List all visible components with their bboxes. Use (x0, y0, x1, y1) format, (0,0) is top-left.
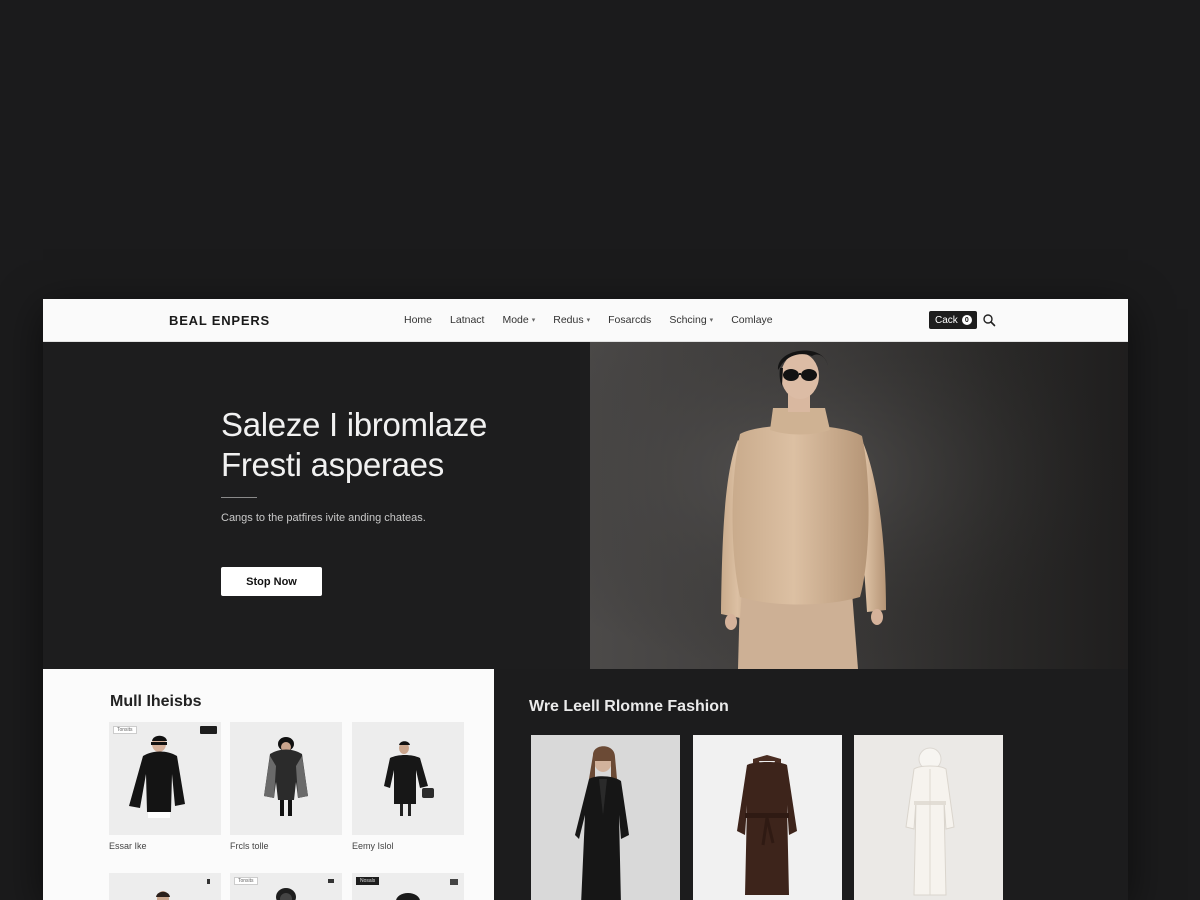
chevron-down-icon: ▾ (531, 317, 536, 324)
chevron-down-icon: ▾ (709, 317, 714, 324)
brown-coat-image (693, 735, 842, 900)
wishlist-badge[interactable] (200, 726, 217, 734)
nav-item-schcing[interactable]: Schcing ▾ (669, 314, 713, 326)
collection-panel: Mull Iheisbs Tonsits Essar Ike Frcls tol… (43, 669, 494, 900)
white-coat-image (854, 735, 1003, 900)
nav-item-latnact[interactable]: Latnact (450, 314, 484, 326)
brand-logo[interactable]: BEAL ENPERS (169, 313, 270, 328)
hero-title-line-1: Saleze I ibromlaze (221, 406, 488, 443)
fashion-photo[interactable] (854, 735, 1003, 900)
product-image (156, 879, 210, 900)
browser-frame: BEAL ENPERS Home Latnact Mode ▾ Redus ▾ … (43, 299, 1128, 900)
main-menu: Home Latnact Mode ▾ Redus ▾ Fosarcds Sch… (404, 314, 773, 326)
product-card[interactable]: Nosals (352, 873, 464, 900)
nav-item-label: Home (404, 314, 433, 326)
model-illustration (590, 342, 1128, 669)
cart-count-badge: 0 (961, 315, 972, 325)
nav-item-home[interactable]: Home (404, 314, 432, 326)
hero-title: Saleze I ibromlaze Fresti asperaes (221, 405, 487, 485)
top-nav: BEAL ENPERS Home Latnact Mode ▾ Redus ▾ … (43, 299, 1128, 342)
fashion-photo[interactable] (531, 735, 680, 900)
search-icon[interactable] (982, 313, 996, 327)
hero-section: Saleze I ibromlaze Fresti asperaes Cangs… (43, 342, 1128, 669)
nav-item-mode[interactable]: Mode ▾ (502, 314, 535, 326)
product-card[interactable] (230, 722, 342, 835)
nav-item-label: Latnact (450, 314, 485, 326)
nav-item-label: Schcing (669, 314, 707, 326)
product-image (129, 735, 185, 818)
nav-item-comlaye[interactable]: Comlaye (731, 314, 772, 326)
nav-item-redus[interactable]: Redus ▾ (553, 314, 590, 326)
product-tag: Tonsits (113, 726, 137, 734)
nav-item-fosarcds[interactable]: Fosarcds (608, 314, 651, 326)
shop-now-button[interactable]: Stop Now (221, 567, 322, 596)
product-image (264, 737, 308, 816)
product-name[interactable]: Eemy Islol (352, 841, 394, 851)
fashion-photo[interactable] (693, 735, 842, 900)
nav-item-label: Fosarcds (608, 314, 652, 326)
product-name[interactable]: Frcls tolle (230, 841, 269, 851)
collection-title: Mull Iheisbs (110, 693, 202, 710)
chevron-down-icon: ▾ (586, 317, 591, 324)
product-card[interactable]: Tonsits (230, 873, 342, 900)
nav-item-label: Comlaye (731, 314, 773, 326)
product-image (384, 741, 434, 816)
cart-button[interactable]: Cack 0 (929, 311, 977, 329)
hero-model-image (590, 342, 1128, 669)
product-card[interactable] (352, 722, 464, 835)
fashion-title: Wre Leell Rlomne Fashion (529, 698, 729, 715)
hero-divider (221, 497, 257, 498)
product-card[interactable]: Tonsits (109, 722, 221, 835)
cart-label: Cack (935, 314, 958, 326)
product-card[interactable] (109, 873, 221, 900)
model-black-coat-image (531, 735, 680, 900)
nav-item-label: Mode (502, 314, 529, 326)
product-name[interactable]: Essar Ike (109, 841, 147, 851)
hero-title-line-2: Fresti asperaes (221, 446, 444, 483)
nav-item-label: Redus (553, 314, 584, 326)
product-tag: Tonsits (234, 877, 258, 885)
product-tag: Nosals (356, 877, 380, 885)
hero-subtitle: Cangs to the patfires ivite anding chate… (221, 512, 426, 524)
